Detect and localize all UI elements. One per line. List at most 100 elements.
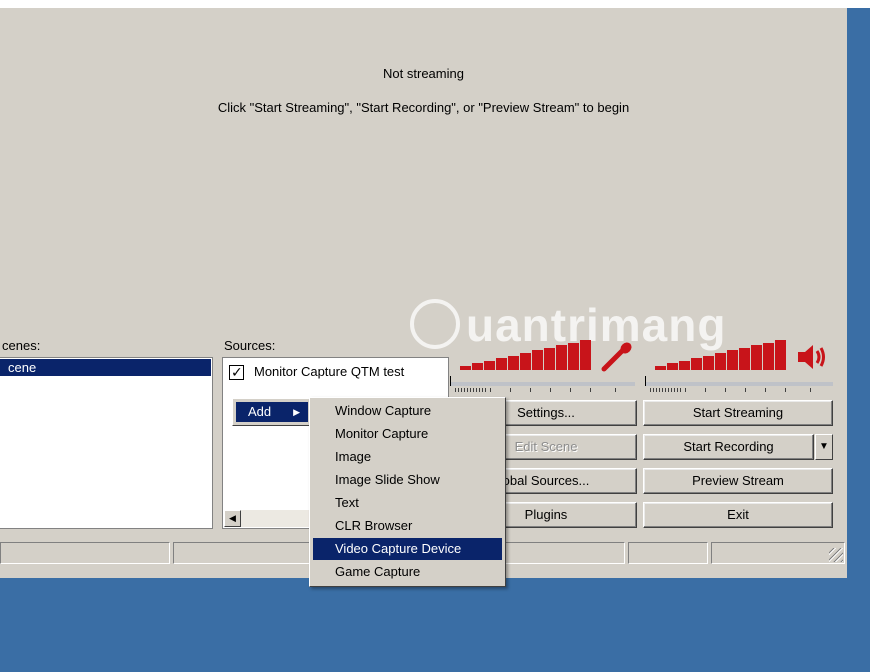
- add-menu-item[interactable]: Add ▶: [236, 402, 308, 422]
- mic-meter-bar: [508, 356, 519, 370]
- microphone-icon[interactable]: [600, 342, 634, 372]
- mic-meter-bar: [496, 358, 507, 370]
- status-panel-1: [0, 542, 170, 564]
- exit-button[interactable]: Exit: [643, 502, 833, 528]
- scale-tick: [461, 388, 462, 392]
- mic-meter-bar: [520, 353, 531, 370]
- mic-meter-bar: [472, 363, 483, 370]
- scale-tick: [659, 388, 660, 392]
- preview-stream-button[interactable]: Preview Stream: [643, 468, 833, 494]
- status-panel-3: [628, 542, 708, 564]
- scale-tick: [656, 388, 657, 392]
- scroll-left-button[interactable]: ◀: [224, 510, 241, 527]
- mic-slider-handle[interactable]: [450, 376, 451, 386]
- check-icon: ✓: [231, 364, 243, 381]
- chevron-down-icon: ▼: [819, 441, 829, 452]
- source-context-menu: Add ▶: [232, 398, 312, 426]
- speaker-icon[interactable]: [795, 342, 829, 372]
- watermark-logo-icon: [410, 299, 460, 349]
- mic-meter-bar: [544, 348, 555, 370]
- desktop-slider-handle[interactable]: [645, 376, 646, 386]
- mic-meter-bar: [556, 345, 567, 370]
- desktop-slider-track[interactable]: [645, 382, 833, 386]
- add-menu-label: Add: [248, 404, 272, 419]
- start-streaming-button[interactable]: Start Streaming: [643, 400, 833, 426]
- desktop-meter-bar: [715, 353, 726, 370]
- scale-tick: [725, 388, 726, 392]
- scale-tick: [570, 388, 571, 392]
- sources-label: Sources:: [224, 338, 276, 353]
- scale-tick: [745, 388, 746, 392]
- desktop-meter-bar: [775, 340, 786, 370]
- scale-tick: [615, 388, 616, 392]
- scene-item-selected[interactable]: cene: [0, 359, 211, 376]
- scale-tick: [530, 388, 531, 392]
- source-item-label: Monitor Capture QTM test: [254, 364, 405, 379]
- scale-tick: [650, 388, 651, 392]
- scale-tick: [680, 388, 681, 392]
- desktop-meter-bar: [667, 363, 678, 370]
- desktop-meter-bar: [679, 361, 690, 370]
- desktop-meter-bar: [655, 366, 666, 370]
- scale-tick: [668, 388, 669, 392]
- scale-tick: [810, 388, 811, 392]
- preview-hint-text: Click "Start Streaming", "Start Recordin…: [217, 100, 630, 115]
- scale-tick: [458, 388, 459, 392]
- menu-item-monitor-capture[interactable]: Monitor Capture: [313, 423, 502, 445]
- scale-tick: [653, 388, 654, 392]
- mic-meter-bar: [568, 343, 579, 370]
- desktop-scale-ticks: [650, 388, 830, 393]
- desktop-meter-bar: [703, 356, 714, 370]
- scale-tick: [765, 388, 766, 392]
- mic-scale-ticks: [455, 388, 635, 393]
- desktop-volume-meter: [655, 340, 790, 370]
- source-checkbox[interactable]: ✓: [229, 364, 244, 381]
- scale-tick: [485, 388, 486, 392]
- scenes-list[interactable]: cene: [0, 357, 213, 529]
- desktop-meter-bar: [751, 345, 762, 370]
- mic-meter-bar: [460, 366, 471, 370]
- menu-item-text[interactable]: Text: [313, 492, 502, 514]
- scale-tick: [785, 388, 786, 392]
- scale-tick: [455, 388, 456, 392]
- start-recording-button[interactable]: Start Recording: [643, 434, 814, 460]
- scale-tick: [550, 388, 551, 392]
- menu-item-video-capture-device[interactable]: Video Capture Device: [313, 538, 502, 560]
- scale-tick: [479, 388, 480, 392]
- mic-volume-meter: [460, 340, 595, 370]
- scale-tick: [671, 388, 672, 392]
- menu-item-image[interactable]: Image: [313, 446, 502, 468]
- mic-slider-track[interactable]: [450, 382, 635, 386]
- desktop-meter-bar: [739, 348, 750, 370]
- mic-meter-bar: [580, 340, 591, 370]
- status-panel-4: [711, 542, 845, 564]
- scale-tick: [665, 388, 666, 392]
- menu-item-game-capture[interactable]: Game Capture: [313, 561, 502, 583]
- scenes-label: cenes:: [2, 338, 41, 353]
- add-submenu: Window Capture Monitor Capture Image Ima…: [309, 397, 506, 587]
- menu-item-image-slide-show[interactable]: Image Slide Show: [313, 469, 502, 491]
- resize-grip-icon[interactable]: [829, 548, 843, 562]
- mic-meter-bar: [532, 350, 543, 370]
- submenu-arrow-icon: ▶: [293, 407, 300, 417]
- source-item[interactable]: ✓ Monitor Capture QTM test: [229, 363, 404, 381]
- desktop-meter-bar: [763, 343, 774, 370]
- scale-tick: [705, 388, 706, 392]
- menu-item-window-capture[interactable]: Window Capture: [313, 400, 502, 422]
- stream-status-text: Not streaming: [383, 66, 464, 81]
- scale-tick: [590, 388, 591, 392]
- scale-tick: [490, 388, 491, 392]
- scale-tick: [677, 388, 678, 392]
- desktop-meter-bar: [691, 358, 702, 370]
- scale-tick: [464, 388, 465, 392]
- scale-tick: [467, 388, 468, 392]
- mic-meter-bar: [484, 361, 495, 370]
- scale-tick: [476, 388, 477, 392]
- desktop-meter-bar: [727, 350, 738, 370]
- scale-tick: [510, 388, 511, 392]
- window-top-edge: [0, 0, 870, 8]
- scale-tick: [662, 388, 663, 392]
- scale-tick: [685, 388, 686, 392]
- recording-options-dropdown[interactable]: ▼: [815, 434, 833, 460]
- menu-item-clr-browser[interactable]: CLR Browser: [313, 515, 502, 537]
